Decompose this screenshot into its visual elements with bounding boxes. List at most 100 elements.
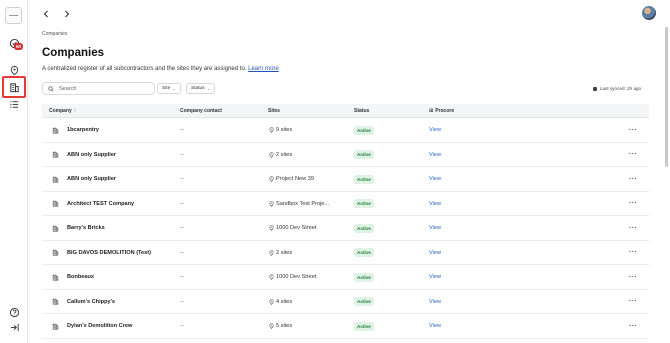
sites-cell: 5 sites: [269, 314, 292, 338]
company-contact: --: [180, 176, 184, 182]
procore-view-link[interactable]: View: [429, 118, 441, 142]
column-procore: ⊞ Procore: [429, 104, 454, 118]
procore-view-link[interactable]: View: [429, 314, 441, 338]
table-row[interactable]: 1bcarpentry -- 9 sites Active View ···: [42, 118, 649, 143]
learn-more-link[interactable]: Learn more: [248, 66, 279, 72]
sites-cell: 1000 Dev Street: [269, 216, 316, 240]
last-synced: Last synced: 2h ago: [593, 86, 641, 91]
sites-value: 5 sites: [276, 323, 293, 329]
site-filter-label: Site: [162, 86, 171, 91]
status-badge: Active: [354, 150, 374, 159]
more-options-icon[interactable]: ···: [629, 216, 638, 240]
companies-table: Company ↑ Company contact Sites Status ⊞…: [42, 104, 649, 339]
more-options-icon[interactable]: ···: [629, 314, 638, 338]
status-cell: Active: [354, 241, 374, 265]
status-cell: Active: [354, 167, 374, 191]
table-row[interactable]: BIG DAVOS DEMOLITION (Test) -- 2 sites A…: [42, 241, 649, 265]
location-pin-icon: [269, 151, 274, 158]
procore-view-link[interactable]: View: [429, 167, 441, 191]
company-contact: --: [180, 200, 184, 207]
more-options-icon[interactable]: ···: [629, 167, 638, 191]
search-input[interactable]: [59, 85, 149, 92]
procore-view-link[interactable]: View: [429, 216, 441, 240]
chevron-down-icon: ⌄: [172, 86, 176, 91]
list-icon[interactable]: [4, 95, 24, 113]
procore-view-link[interactable]: View: [429, 192, 441, 216]
table-row[interactable]: Dylan's Demolition Crew -- 5 sites Activ…: [42, 314, 649, 339]
sites-cell: 2 sites: [269, 143, 292, 167]
back-arrow-icon[interactable]: [40, 8, 52, 20]
company-cell[interactable]: Barry's Bricks: [52, 216, 105, 240]
app-root: 50 Companies Companies A centralized reg…: [0, 0, 670, 343]
column-status: Status: [354, 104, 369, 118]
chevron-down-icon: ⌄: [206, 86, 210, 91]
procore-view-link[interactable]: View: [429, 241, 441, 265]
column-status-label: Status: [354, 108, 370, 114]
procore-view-link[interactable]: View: [429, 143, 441, 167]
column-company[interactable]: Company ↑: [49, 104, 76, 118]
more-options-icon[interactable]: ···: [629, 192, 638, 216]
building-icon: [52, 200, 59, 207]
status-filter-label: Status: [191, 86, 205, 91]
procore-view-link[interactable]: View: [429, 290, 441, 314]
subtitle-text: A centralized register of all subcontrac…: [42, 66, 247, 72]
location-pin-icon: [269, 298, 274, 305]
company-cell[interactable]: Bonbeaux: [52, 265, 94, 289]
company-cell[interactable]: Callum's Chippy's: [52, 290, 115, 314]
table-row[interactable]: ABN only Supplier -- 2 sites Active View…: [42, 143, 649, 167]
page-subtitle: A centralized register of all subcontrac…: [42, 66, 279, 72]
status-cell: Active: [354, 265, 374, 289]
sites-cell: 9 sites: [269, 118, 292, 142]
company-cell[interactable]: BIG DAVOS DEMOLITION (Test): [52, 241, 151, 265]
company-cell[interactable]: ABN only Supplier: [52, 143, 116, 167]
site-filter[interactable]: Site ⌄: [157, 83, 181, 94]
more-options-icon[interactable]: ···: [629, 118, 638, 142]
user-avatar[interactable]: [642, 6, 656, 20]
column-contact: Company contact: [180, 104, 222, 118]
forward-arrow-icon[interactable]: [61, 8, 73, 20]
app-logo[interactable]: [5, 7, 22, 24]
table-row[interactable]: Barry's Bricks -- 1000 Dev Street Active…: [42, 216, 649, 241]
building-icon: [52, 176, 59, 182]
status-badge: Active: [354, 199, 374, 208]
company-name: 1bcarpentry: [67, 127, 100, 133]
status-cell: Active: [354, 314, 374, 338]
company-name: Barry's Bricks: [67, 225, 105, 231]
page-title: Companies: [42, 47, 104, 59]
location-pin-icon: [269, 225, 274, 231]
company-name: ABN only Supplier: [67, 176, 117, 182]
collapse-sidebar-icon[interactable]: [4, 318, 24, 336]
company-name: ABN only Supplier: [67, 151, 117, 158]
search-box[interactable]: [42, 82, 155, 95]
location-pin-icon: [269, 127, 274, 133]
sites-cell: Sandbox Test Proje...: [269, 192, 329, 216]
table-row[interactable]: ABN only Supplier -- Project New 39 Acti…: [42, 167, 649, 192]
company-contact: --: [180, 274, 184, 280]
table-row[interactable]: Architect TEST Company -- Sandbox Test P…: [42, 192, 649, 216]
status-cell: Active: [354, 192, 374, 216]
status-badge: Active: [354, 248, 374, 257]
column-procore-label: Procore: [435, 108, 455, 114]
table-row[interactable]: Callum's Chippy's -- 4 sites Active View…: [42, 290, 649, 314]
more-options-icon[interactable]: ···: [629, 265, 638, 289]
company-contact: --: [180, 298, 184, 305]
building-icon: [52, 151, 59, 158]
location-pin-icon: [269, 323, 274, 329]
status-filter[interactable]: Status ⌄: [186, 83, 215, 94]
sites-value: 1000 Dev Street: [276, 225, 317, 231]
more-options-icon[interactable]: ···: [629, 290, 638, 314]
company-cell[interactable]: Dylan's Demolition Crew: [52, 314, 132, 338]
more-options-icon[interactable]: ···: [629, 241, 638, 265]
company-cell[interactable]: Architect TEST Company: [52, 192, 134, 216]
sites-value: 2 sites: [276, 151, 293, 158]
company-cell[interactable]: ABN only Supplier: [52, 167, 116, 191]
more-options-icon[interactable]: ···: [629, 143, 638, 167]
status-cell: Active: [354, 216, 374, 240]
table-row[interactable]: Bonbeaux -- 1000 Dev Street Active View …: [42, 265, 649, 290]
breadcrumb[interactable]: Companies: [42, 31, 67, 37]
scrollbar[interactable]: [665, 27, 668, 167]
sort-arrow-up-icon: ↑: [73, 108, 77, 114]
company-cell[interactable]: 1bcarpentry: [52, 118, 99, 142]
company-name: BIG DAVOS DEMOLITION (Test): [67, 249, 152, 256]
procore-view-link[interactable]: View: [429, 265, 441, 289]
